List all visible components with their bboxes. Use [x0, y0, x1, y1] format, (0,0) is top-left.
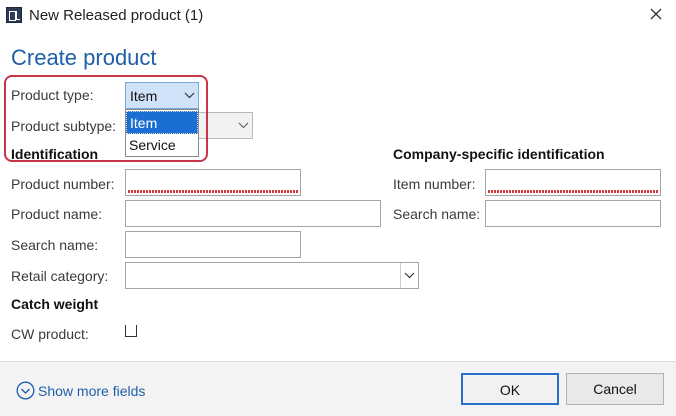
item-number-field[interactable]	[485, 169, 661, 196]
product-subtype-label: Product subtype:	[11, 118, 117, 134]
identification-heading: Identification	[11, 146, 99, 162]
dropdown-option-item[interactable]: Item	[126, 111, 198, 134]
search-name-field[interactable]	[125, 231, 301, 258]
product-name-field[interactable]	[125, 200, 381, 227]
dialog-footer: Show more fields OK Cancel	[0, 361, 676, 416]
company-search-name-field[interactable]	[485, 200, 661, 227]
chevron-down-icon[interactable]	[400, 263, 418, 288]
company-search-name-label: Search name:	[393, 206, 481, 222]
dropdown-option-service[interactable]: Service	[126, 134, 198, 157]
window-title: New Released product (1)	[29, 7, 204, 24]
search-name-label: Search name:	[11, 237, 99, 253]
item-number-label: Item number:	[393, 176, 476, 192]
catch-weight-heading: Catch weight	[11, 296, 99, 312]
product-type-select[interactable]: Item	[125, 82, 199, 109]
title-bar: New Released product (1)	[0, 0, 676, 32]
chevron-down-icon[interactable]	[234, 113, 252, 138]
cancel-button[interactable]: Cancel	[566, 373, 664, 405]
product-type-value: Item	[130, 88, 158, 104]
page-title: Create product	[11, 45, 157, 70]
product-number-field[interactable]	[125, 169, 301, 196]
company-identification-heading: Company-specific identification	[393, 146, 605, 162]
product-type-label: Product type:	[11, 87, 94, 103]
show-more-fields-label: Show more fields	[38, 382, 146, 399]
cw-product-checkbox[interactable]	[125, 325, 137, 337]
retail-category-select[interactable]	[125, 262, 419, 289]
product-type-dropdown: Item Service	[125, 109, 199, 157]
app-icon	[6, 7, 22, 23]
retail-category-label: Retail category:	[11, 268, 109, 284]
product-name-label: Product name:	[11, 206, 103, 222]
cw-product-label: CW product:	[11, 326, 89, 342]
chevron-down-icon[interactable]	[180, 83, 198, 108]
ok-button[interactable]: OK	[461, 373, 559, 405]
product-number-label: Product number:	[11, 176, 115, 192]
show-more-fields-link[interactable]: Show more fields	[16, 381, 145, 400]
chevron-circle-down-icon	[16, 381, 35, 400]
close-icon[interactable]	[646, 4, 666, 24]
